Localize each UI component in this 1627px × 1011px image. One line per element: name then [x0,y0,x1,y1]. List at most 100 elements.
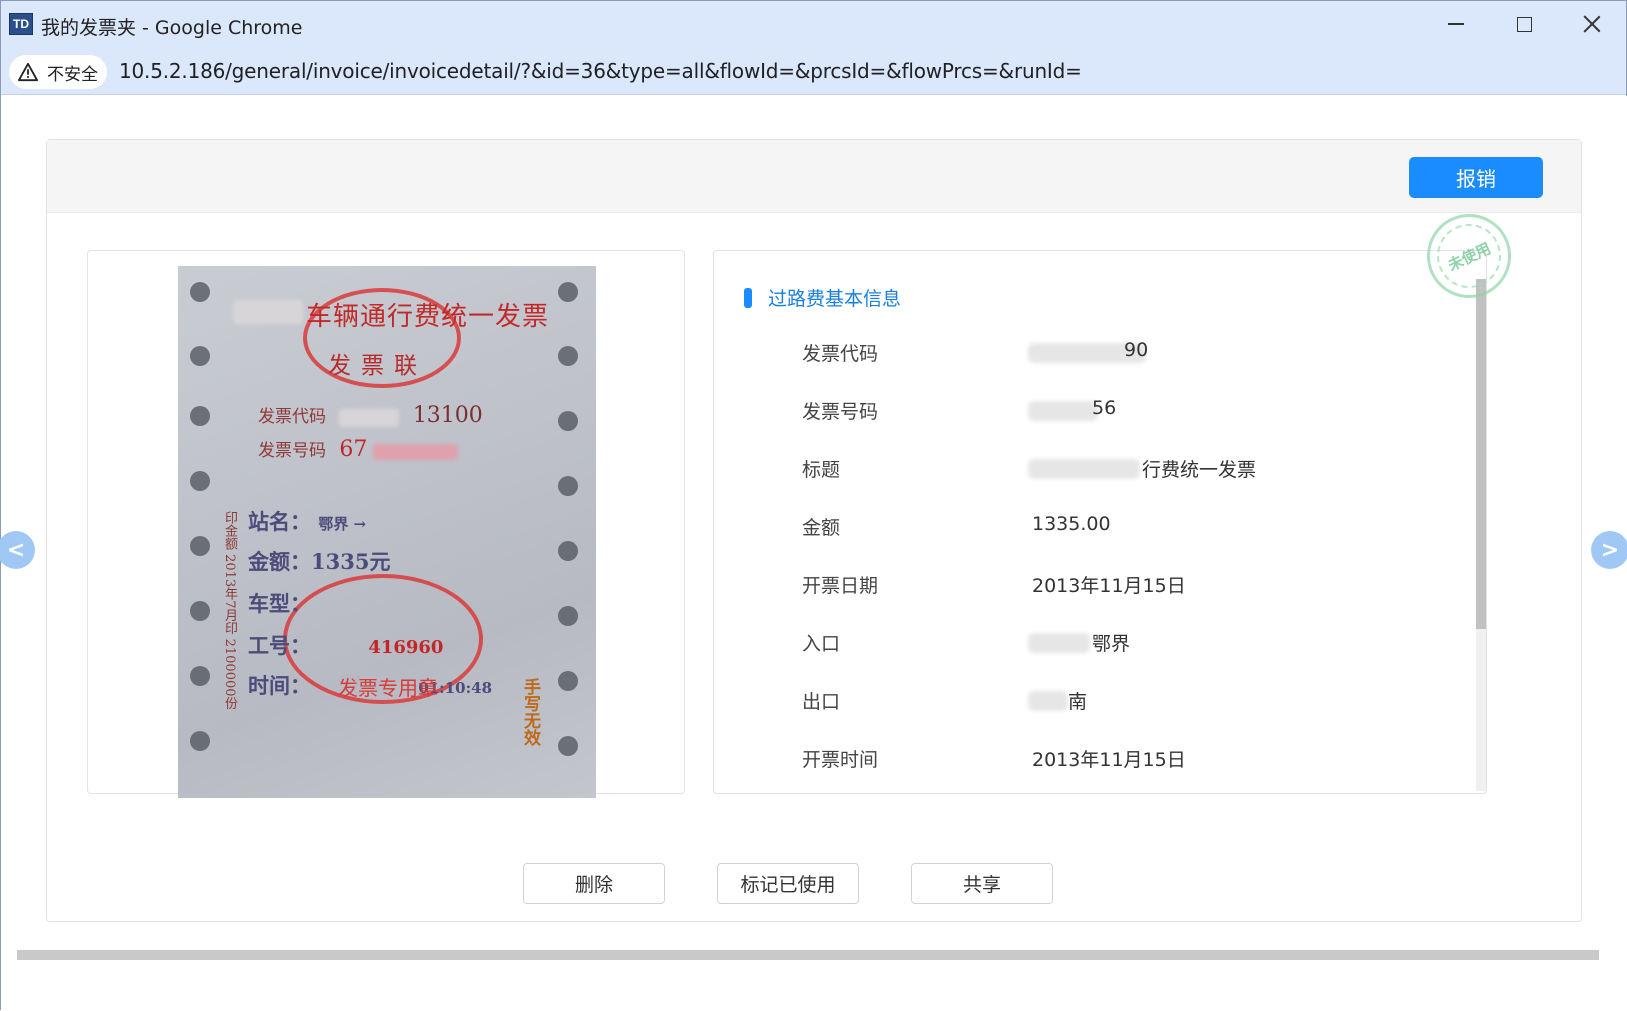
prev-invoice-button[interactable]: < [0,531,35,569]
info-row-issue-date: 开票日期 2013年11月15日 [802,571,1442,601]
share-button[interactable]: 共享 [911,863,1053,904]
info-label: 开票时间 [802,749,879,771]
info-label: 入口 [802,633,841,655]
invoice-photo-number-label: 发票号码 [258,441,326,461]
address-bar: 不安全 10.5.2.186/general/invoice/invoicede… [1,47,1626,95]
next-invoice-button[interactable]: > [1591,531,1627,569]
info-row-exit: 出口 南 [802,687,1442,717]
close-icon [1583,15,1601,33]
invoice-photo-code-label: 发票代码 [258,407,326,427]
info-value: 行费统一发票 [1142,459,1257,481]
info-label: 发票代码 [802,343,879,365]
mark-used-button[interactable]: 标记已使用 [717,863,859,904]
perforation-hole [190,536,210,556]
perforation-hole [558,476,578,496]
panel-header: 报销 [47,140,1581,213]
redaction-blur [1028,691,1068,711]
perforation-hole [190,282,210,302]
invoice-photo-number: 发票号码 67 [258,436,458,462]
redaction-blur [233,300,303,324]
invoice-photo-code-value: 13100 [412,403,483,428]
minimize-icon [1448,23,1464,25]
delete-button[interactable]: 删除 [523,863,665,904]
chevron-right-icon: > [1600,537,1620,563]
invoice-photo-title: 车辆通行费统一发票 [306,302,550,332]
invoice-photo-station: 站名： 鄂界 → [248,506,366,536]
info-label: 标题 [802,459,841,481]
section-title: 过路费基本信息 [744,284,901,311]
info-row-invoice-number: 发票号码 56 [802,397,1442,427]
info-value: 南 [1068,691,1088,713]
invoice-photo-worker: 工号： 416960 [248,630,443,660]
title-bar: TD 我的发票夹 - Google Chrome [1,1,1626,47]
redaction-blur [1028,459,1140,479]
invoice-photo-stamp-text: 发票专用章 [338,676,438,700]
invoice-photo-handwrite-note: 手写无效 [520,678,540,746]
info-row-issue-time: 开票时间 2013年11月15日 [802,745,1442,775]
perforation-hole [558,282,578,302]
reimburse-button[interactable]: 报销 [1409,157,1543,198]
perforation-hole [190,471,210,491]
redaction-blur [339,408,400,427]
invoice-photo[interactable]: 车辆通行费统一发票 发票联 发票代码 13100 发票号码 67 站名： 鄂界 … [178,266,596,798]
perforation-hole [190,731,210,751]
perforation-hole [558,411,578,431]
info-label: 开票日期 [802,575,879,597]
security-indicator[interactable]: 不安全 [9,55,107,89]
info-value: 56 [1092,397,1117,419]
redaction-blur [1028,633,1090,653]
redaction-blur [1028,401,1098,421]
invoice-detail-panel: 报销 车辆通行费统一发票 发票联 发票代码 13100 发票号码 67 站名： … [46,139,1582,922]
info-value: 2013年11月15日 [1032,749,1186,771]
invoice-photo-number-value: 67 [339,437,368,462]
info-label: 发票号码 [802,401,879,423]
info-row-invoice-code: 发票代码 90 [802,339,1442,369]
perforation-hole [190,666,210,686]
perforation-hole [558,671,578,691]
info-row-amount: 金额 1335.00 [802,513,1442,543]
perforation-hole [558,736,578,756]
invoice-photo-worker-label: 工号： [248,633,311,658]
warning-icon [17,62,38,82]
browser-window: TD 我的发票夹 - Google Chrome 不安全 10.5.2.186/… [0,0,1627,1011]
maximize-button[interactable] [1490,1,1558,47]
window-title: 我的发票夹 - Google Chrome [41,17,303,39]
unused-stamp-ring: 未使用 [1426,213,1512,299]
info-value: 鄂界 [1092,633,1131,655]
invoice-photo-code: 发票代码 13100 [258,402,483,428]
horizontal-scrollbar[interactable] [17,950,1599,960]
section-title-text: 过路费基本信息 [768,288,902,310]
info-scrollbar-thumb[interactable] [1476,279,1486,629]
invoice-image-box: 车辆通行费统一发票 发票联 发票代码 13100 发票号码 67 站名： 鄂界 … [87,250,685,798]
invoice-photo-side-text: 印金额 2013年7月印 2100000份 [222,511,237,710]
minimize-button[interactable] [1422,1,1490,47]
info-label: 出口 [802,691,841,713]
section-marker [744,287,752,308]
perforation-hole [558,541,578,561]
invoice-photo-amount: 金额：1335元 [248,549,391,574]
invoice-photo-worker-value: 416960 [368,637,444,658]
info-row-title: 标题 行费统一发票 [802,455,1442,485]
security-label: 不安全 [47,64,98,85]
info-value: 90 [1124,339,1149,361]
invoice-photo-station-label: 站名： [248,509,311,534]
app-icon: TD [9,13,33,35]
perforation-hole [558,606,578,626]
maximize-icon [1516,16,1532,32]
unused-stamp-text: 未使用 [1445,238,1494,275]
close-window-button[interactable] [1558,1,1626,47]
url-field[interactable]: 10.5.2.186/general/invoice/invoicedetail… [119,59,1082,83]
page-content: < > 报销 车辆通行费统一发票 发票联 发票代码 13100 发票号码 67 … [0,96,1627,1011]
invoice-photo-time-label: 时间： [248,673,311,698]
perforation-hole [190,406,210,426]
invoice-photo-vehicle: 车型： [248,591,311,616]
info-value: 2013年11月15日 [1032,575,1186,597]
info-row-entrance: 入口 鄂界 [802,629,1442,659]
perforation-hole [190,346,210,366]
invoice-info-box: 过路费基本信息 发票代码 90 发票号码 56 标题 行费统一发票 金额 133… [713,250,1487,794]
redaction-blur [372,443,458,460]
perforation-hole [190,601,210,621]
invoice-photo-station-value: 鄂界 → [318,515,367,533]
info-label: 金额 [802,517,841,539]
info-value: 1335.00 [1032,513,1111,535]
